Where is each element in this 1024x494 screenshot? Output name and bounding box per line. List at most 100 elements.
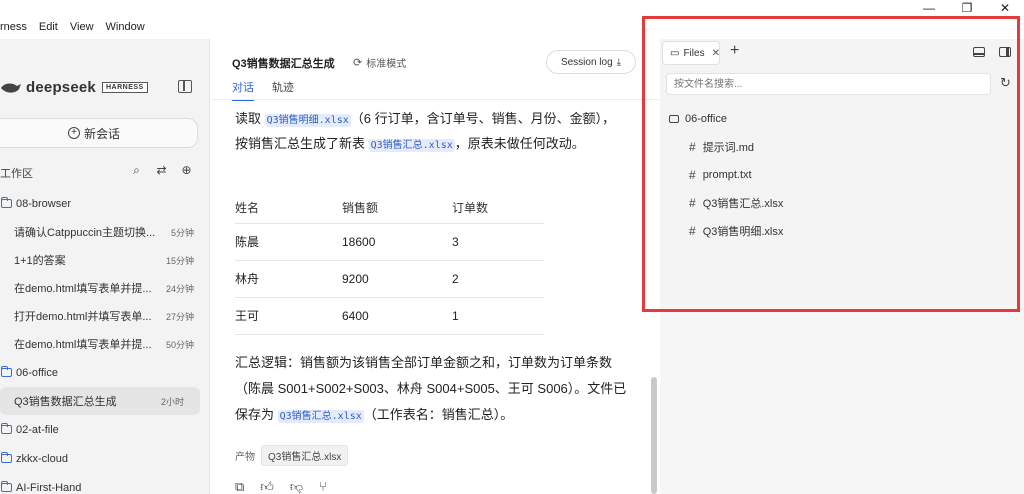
folder-name: zkkx-cloud — [16, 452, 68, 465]
file-name: Q3销售明细.xlsx — [702, 226, 784, 238]
panel-bottom-icon[interactable] — [973, 47, 985, 57]
filter-icon[interactable]: ⇄ — [154, 163, 169, 178]
file-tree: 06-office # 提示词.md # prompt.txt # Q3销售汇总… — [669, 105, 783, 245]
table-header: 订单数 — [452, 192, 544, 224]
folder-name: 08-browser — [16, 197, 72, 210]
tab-conversation[interactable]: 对话 — [232, 79, 254, 101]
folder-row[interactable]: 08-browser — [0, 189, 209, 218]
add-tab-icon[interactable]: + — [730, 42, 739, 60]
chat-list-item[interactable]: 1+1的答案 15分钟 — [0, 246, 209, 274]
artifact-file-chip[interactable]: Q3销售汇总.xlsx — [261, 445, 349, 466]
restore-button[interactable]: ❐ — [948, 0, 986, 15]
workspace-toolbar: ⌕ ⇄ ⊕ — [129, 163, 194, 178]
menu-app[interactable]: rness — [0, 21, 27, 33]
chat-tabs: 对话 轨迹 — [232, 79, 294, 101]
file-row[interactable]: # 提示词.md — [669, 133, 783, 161]
table-cell: 1 — [452, 297, 544, 335]
file-name: 提示词.md — [702, 142, 755, 154]
close-icon[interactable]: ✕ — [712, 48, 720, 59]
workspace-label: 工作区 — [0, 168, 33, 180]
chat-time: 2小时 — [160, 396, 184, 407]
folder-row[interactable]: AI-First-Hand — [0, 473, 209, 494]
new-chat-button[interactable]: + 新会话 — [0, 118, 198, 148]
new-folder-icon[interactable]: ⊕ — [179, 163, 194, 178]
table-header: 销售额 — [342, 192, 452, 224]
tab-trace[interactable]: 轨迹 — [272, 79, 294, 101]
chat-title: 1+1的答案 — [14, 255, 66, 267]
copy-icon[interactable]: ⧉ — [235, 479, 244, 494]
chat-time: 24分钟 — [165, 283, 194, 294]
folder-name: 02-at-file — [16, 423, 59, 436]
summary-table: 姓名 销售额 订单数 陈晨 18600 3 林舟 9200 2 王可 6400 … — [235, 192, 544, 335]
refresh-icon[interactable]: ↻ — [1000, 75, 1011, 91]
text: 读取 — [235, 111, 265, 126]
thumbs-down-icon[interactable]: 👎︎ — [290, 479, 303, 494]
chat-main: Q3销售数据汇总生成 ⟳ 标准模式 Session log ⤓ 对话 轨迹 读取… — [211, 39, 659, 494]
table-cell: 9200 — [342, 260, 452, 298]
chat-list-item[interactable]: 请确认Catppuccin主题切换... 5分钟 — [0, 218, 209, 246]
folder-name: AI-First-Hand — [16, 481, 82, 494]
folder-icon — [669, 115, 679, 123]
folder-row[interactable]: 02-at-file — [0, 415, 209, 444]
sidebar: deepseek HARNESS + 新会话 工作区 ⌕ ⇄ ⊕ 08-brow… — [0, 39, 210, 494]
table-cell: 林舟 — [235, 260, 342, 298]
brand-name: deepseek — [26, 79, 96, 96]
folder-icon — [1, 452, 12, 463]
chat-list-item[interactable]: 在demo.html填写表单并提... 50分钟 — [0, 330, 209, 358]
mode-indicator[interactable]: ⟳ 标准模式 — [353, 55, 406, 70]
panel-right-icon[interactable] — [999, 47, 1011, 57]
table-row: 林舟 9200 2 — [235, 260, 544, 298]
sidebar-toggle-icon[interactable] — [178, 80, 192, 93]
file-ref-code: Q3销售汇总.xlsx — [368, 139, 455, 152]
close-icon: ✕ — [999, 0, 1011, 15]
folder-name: 06-office — [685, 113, 727, 125]
table-row: 王可 6400 1 — [235, 297, 544, 335]
message-actions: ⧉ 👍︎ 👎︎ ⑂ — [235, 479, 327, 494]
chat-title: 在demo.html填写表单并提... — [14, 339, 152, 351]
chat-title: Q3销售数据汇总生成 — [232, 58, 335, 70]
download-icon: ⤓ — [616, 56, 622, 68]
file-icon: # — [689, 140, 696, 154]
menu-window[interactable]: Window — [106, 21, 145, 33]
folder-row[interactable]: zkkx-cloud — [0, 444, 209, 473]
chat-list-item[interactable]: 在demo.html填写表单并提... 24分钟 — [0, 274, 209, 302]
scrollbar[interactable] — [651, 377, 657, 494]
mode-label: 标准模式 — [366, 59, 407, 70]
folder-row[interactable]: 06-office — [0, 358, 209, 387]
file-search-input[interactable] — [666, 73, 991, 95]
chat-time: 27分钟 — [165, 311, 194, 322]
minimize-button[interactable]: — — [910, 0, 948, 15]
folder-row[interactable]: 06-office — [669, 105, 783, 133]
minimize-icon: — — [923, 0, 935, 15]
search-icon[interactable]: ⌕ — [129, 163, 144, 178]
close-button[interactable]: ✕ — [986, 0, 1024, 15]
file-row[interactable]: # Q3销售汇总.xlsx — [669, 189, 783, 217]
message-paragraph-2: 汇总逻辑：销售额为该销售全部订单金额之和，订单数为订单条数（陈晨 S001+S0… — [235, 350, 631, 430]
harness-badge: HARNESS — [101, 82, 148, 93]
file-ref-code: Q3销售汇总.xlsx — [277, 410, 364, 423]
thumbs-up-icon[interactable]: 👍︎ — [260, 479, 274, 494]
file-icon: # — [689, 196, 696, 210]
chat-time: 50分钟 — [165, 339, 194, 350]
text: ，原表未做任何改动。 — [454, 136, 585, 151]
whale-logo-icon — [1, 83, 21, 93]
files-panel: ▭ Files ✕ + ↻ 06-office # 提示词.md # promp… — [660, 39, 1024, 494]
panel-lower-area — [660, 310, 1024, 494]
session-log-button[interactable]: Session log ⤓ — [546, 50, 636, 74]
chat-list-item[interactable]: 打开demo.html并填写表单... 27分钟 — [0, 302, 209, 330]
table-header-row: 姓名 销售额 订单数 — [235, 192, 544, 224]
tab-files[interactable]: ▭ Files ✕ — [662, 41, 720, 65]
file-row[interactable]: # Q3销售明细.xlsx — [669, 217, 783, 245]
menu-edit[interactable]: Edit — [39, 21, 58, 33]
chat-list-item[interactable]: Q3销售数据汇总生成 2小时 — [0, 387, 200, 415]
table-row: 陈晨 18600 3 — [235, 223, 544, 261]
menu-view[interactable]: View — [70, 21, 94, 33]
file-icon: # — [689, 224, 696, 238]
file-row[interactable]: # prompt.txt — [669, 161, 783, 189]
branch-icon[interactable]: ⑂ — [319, 479, 327, 494]
file-ref-code: Q3销售明细.xlsx — [264, 114, 351, 127]
files-tab-label: Files — [683, 47, 705, 59]
folder-icon: ▭ — [670, 47, 680, 59]
divider — [211, 99, 659, 100]
folder-name: 06-office — [16, 366, 58, 379]
